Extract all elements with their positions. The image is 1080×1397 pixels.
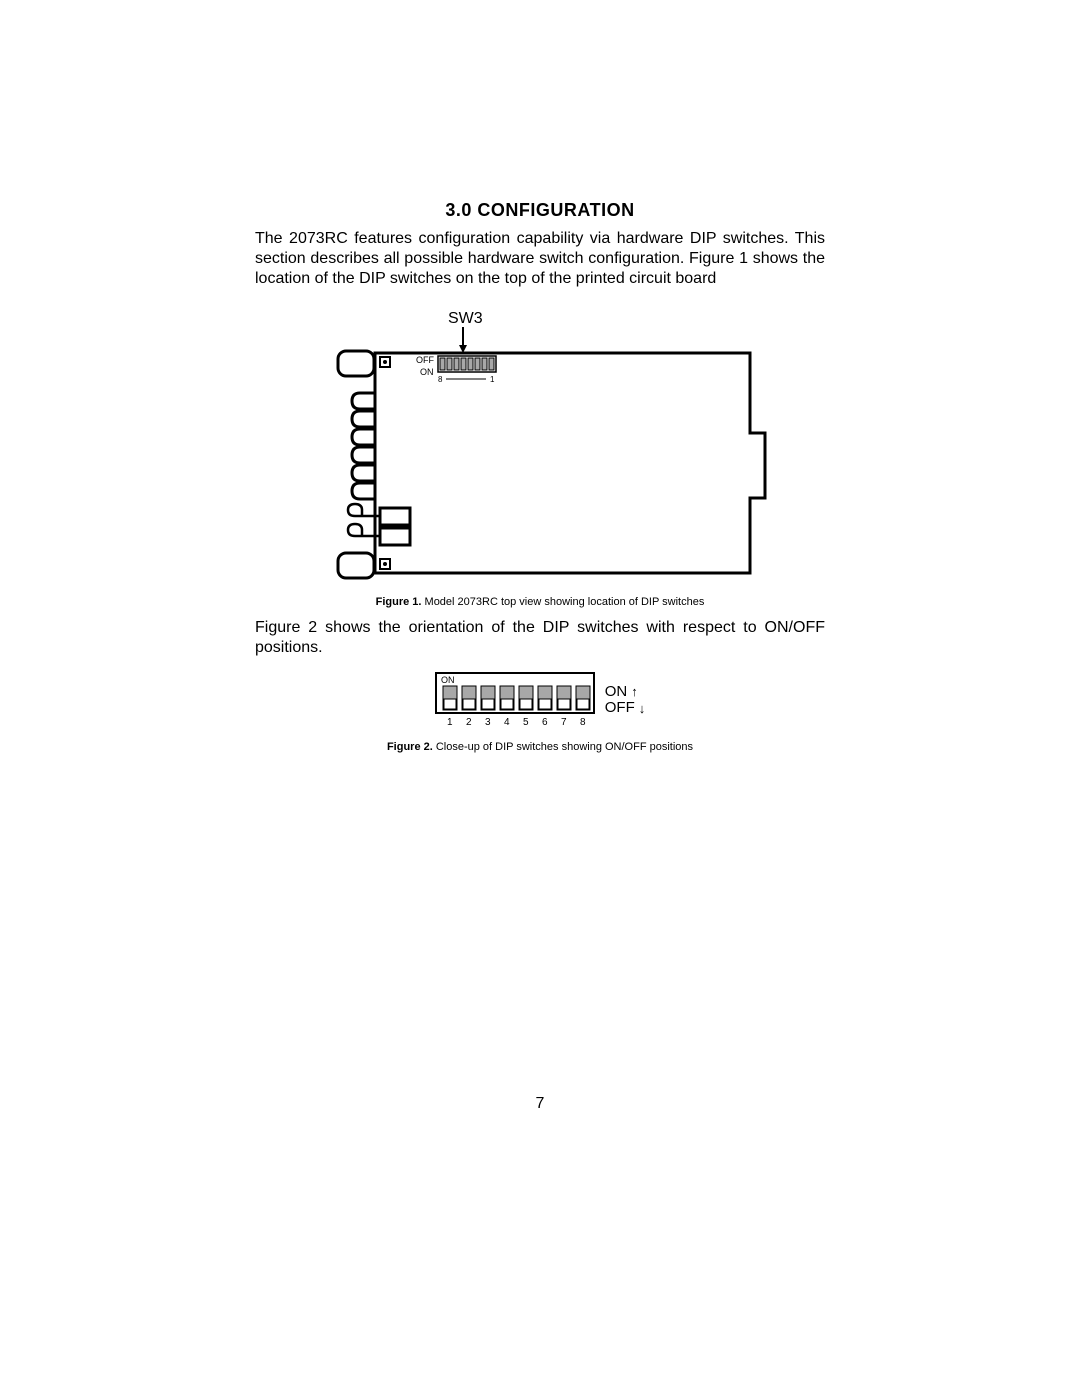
figure-2-caption-bold: Figure 2. xyxy=(387,741,433,753)
dip2-num-8: 8 xyxy=(580,717,586,728)
dip-num-8: 8 xyxy=(438,375,443,384)
dip2-num-2: 2 xyxy=(466,717,472,728)
figure-1: SW3 OFF ON xyxy=(255,303,825,588)
dip-off-label: OFF xyxy=(416,355,434,365)
page: 3.0 CONFIGURATION The 2073RC features co… xyxy=(0,0,1080,753)
arrow-down-icon: ↓ xyxy=(639,702,646,715)
sw3-label: SW3 xyxy=(448,310,483,327)
dip-on-label: ON xyxy=(420,367,434,377)
intro-paragraph: The 2073RC features configuration capabi… xyxy=(255,229,825,289)
dip2-on-inside: ON xyxy=(441,675,455,685)
on-label: ON xyxy=(605,684,628,701)
dip2-num-1: 1 xyxy=(447,717,453,728)
figure-1-caption-bold: Figure 1. xyxy=(376,596,422,608)
onoff-indicator: ON ↑ OFF ↓ xyxy=(605,684,646,717)
dip2-num-6: 6 xyxy=(542,717,548,728)
figure-2: ON xyxy=(255,672,825,733)
arrow-up-icon: ↑ xyxy=(631,685,638,698)
between-paragraph: Figure 2 shows the orientation of the DI… xyxy=(255,618,825,658)
dip2-num-4: 4 xyxy=(504,717,510,728)
figure-1-caption: Figure 1. Model 2073RC top view showing … xyxy=(255,596,825,608)
dip2-num-3: 3 xyxy=(485,717,491,728)
dip2-num-5: 5 xyxy=(523,717,529,728)
dip2-num-7: 7 xyxy=(561,717,567,728)
dip-num-1: 1 xyxy=(490,375,495,384)
off-label: OFF xyxy=(605,700,635,717)
page-number: 7 xyxy=(0,1095,1080,1113)
section-title: 3.0 CONFIGURATION xyxy=(255,200,825,221)
figure-2-caption-text: Close-up of DIP switches showing ON/OFF … xyxy=(433,741,693,753)
figure-2-caption: Figure 2. Close-up of DIP switches showi… xyxy=(255,741,825,753)
figure-1-caption-text: Model 2073RC top view showing location o… xyxy=(421,596,704,608)
